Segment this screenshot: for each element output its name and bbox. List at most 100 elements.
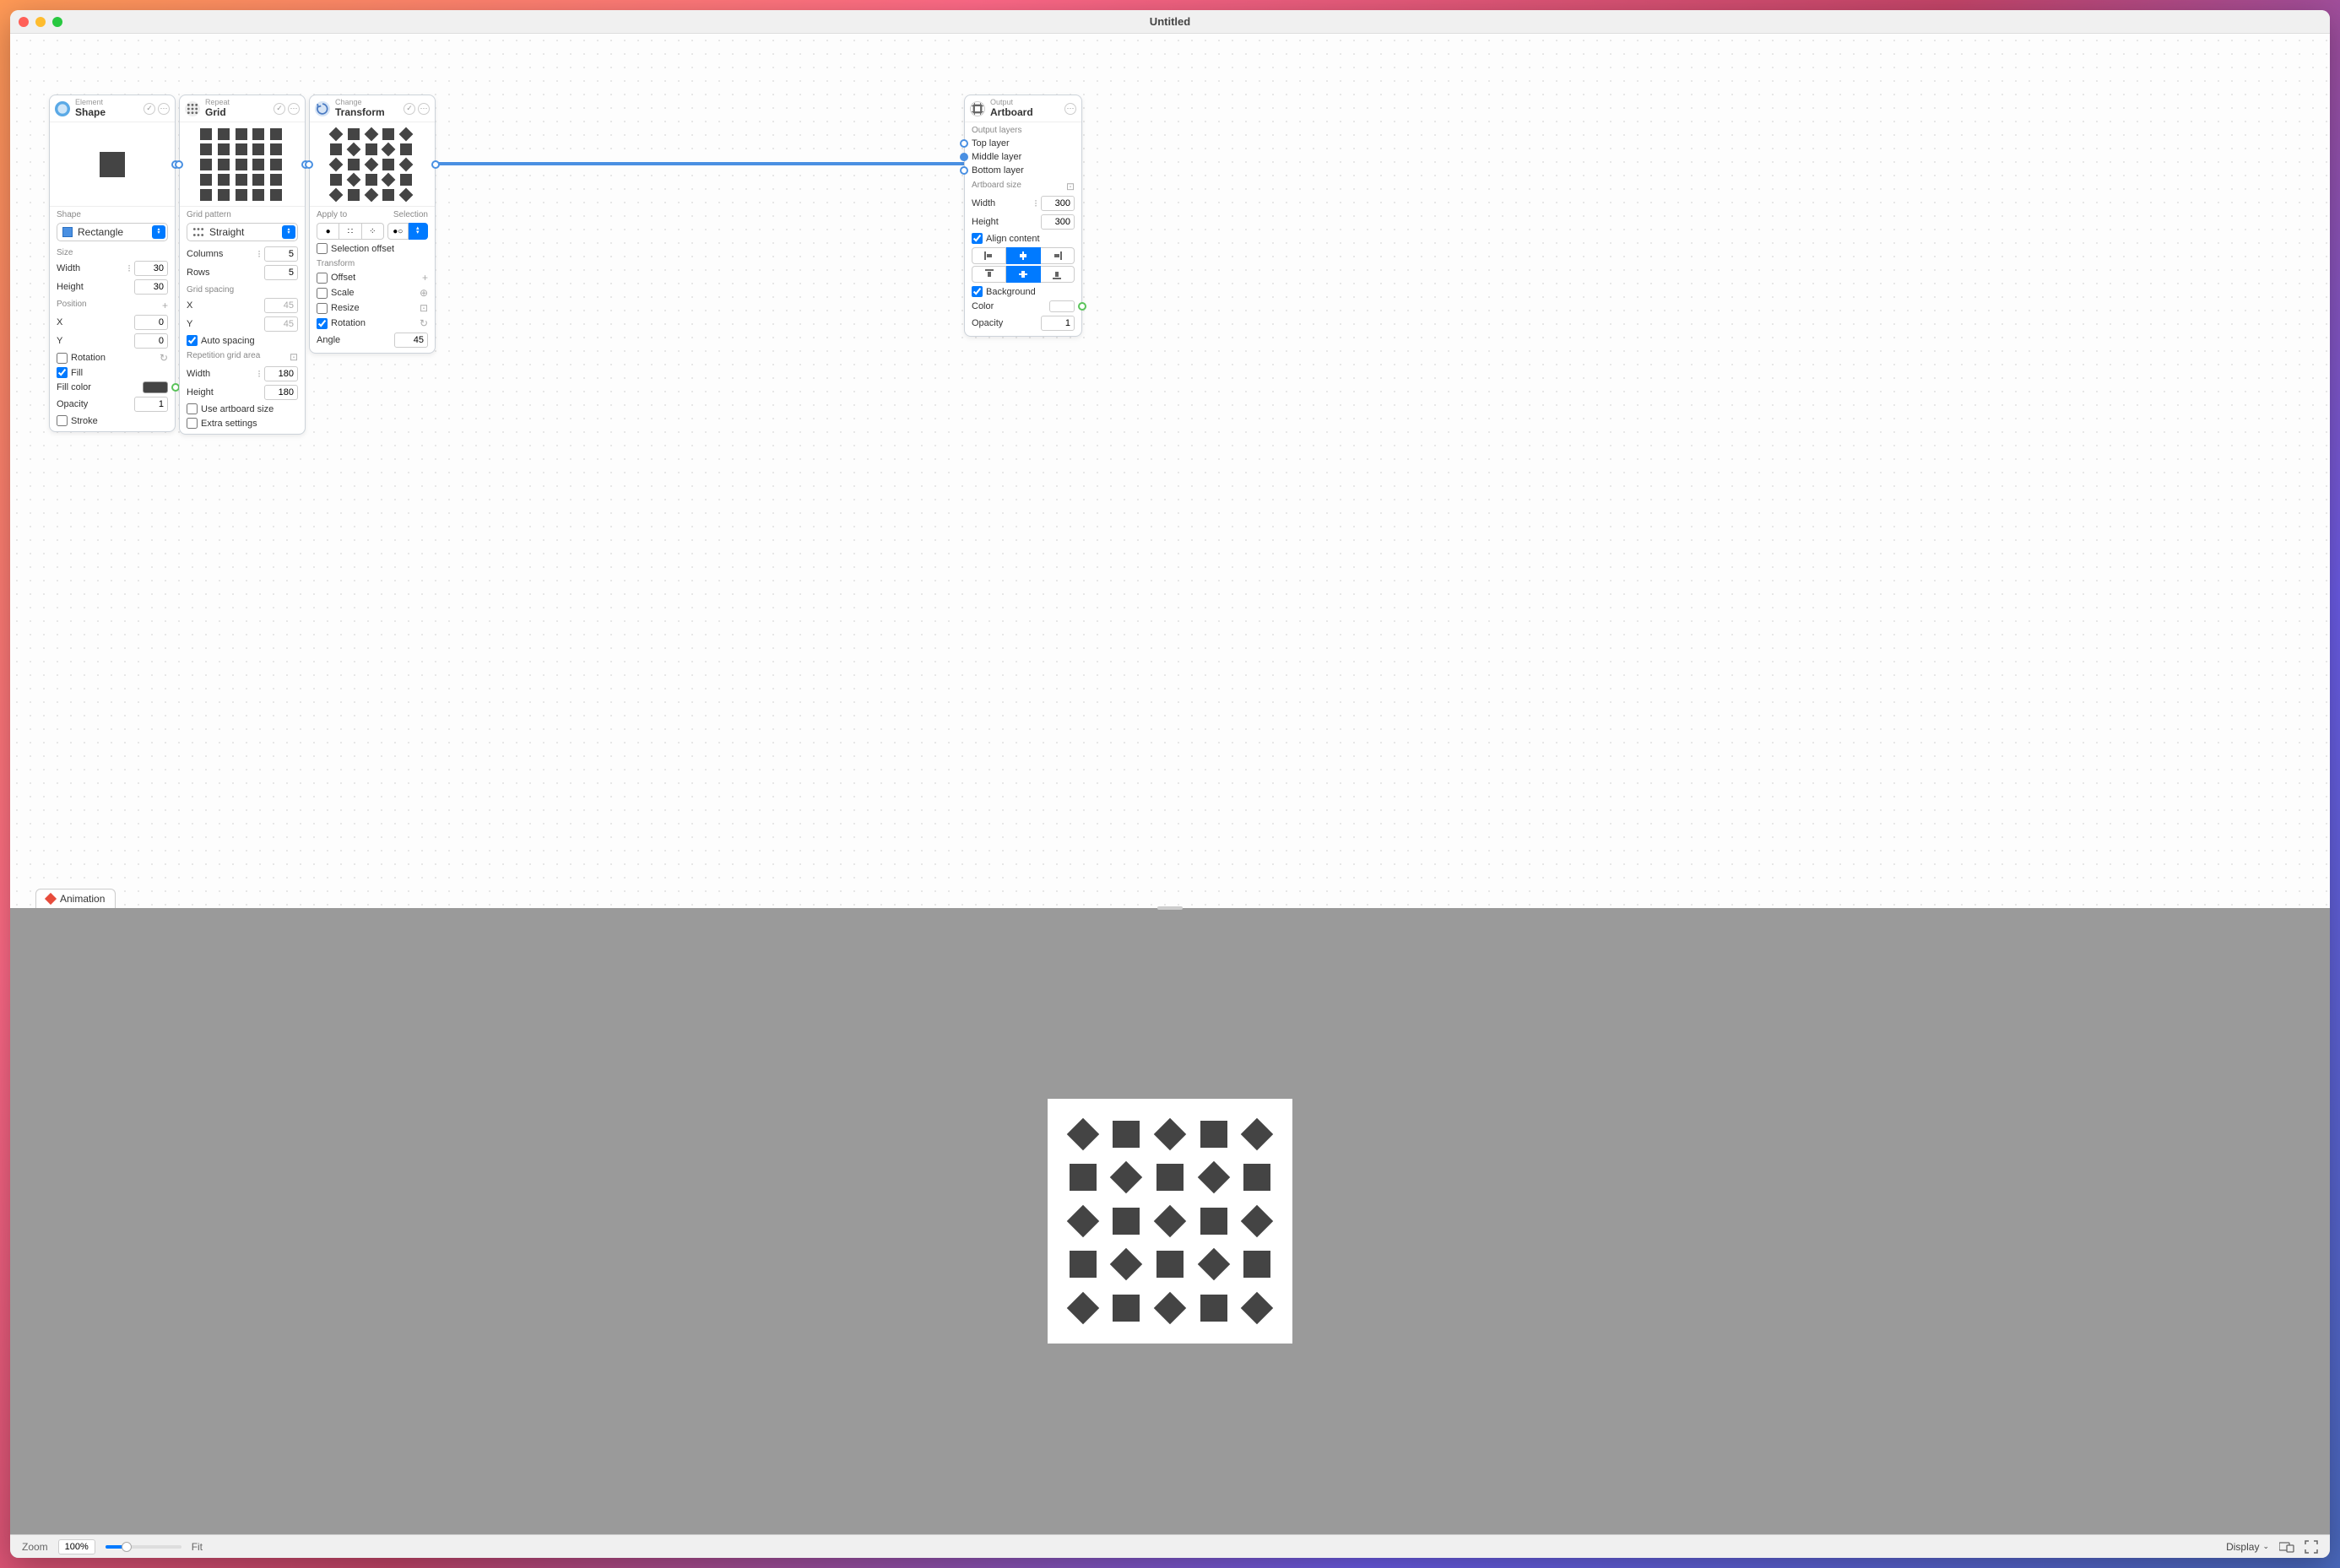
area-width-input[interactable] — [264, 366, 298, 381]
add-icon[interactable]: + — [422, 272, 428, 284]
preview-square — [100, 152, 125, 177]
align-left-button[interactable] — [972, 247, 1006, 264]
top-layer-link[interactable]: Top layer — [972, 138, 1075, 149]
bottom-layer-port[interactable] — [960, 166, 968, 175]
rotate-icon[interactable]: ↻ — [420, 317, 428, 329]
opacity-input[interactable] — [134, 397, 168, 412]
offset-checkbox[interactable] — [317, 273, 328, 284]
animation-tab[interactable]: Animation — [35, 889, 116, 908]
width-label: Width — [57, 263, 124, 273]
align-top-button[interactable] — [972, 266, 1006, 283]
output-panel: Zoom Fit Display ⌄ — [10, 908, 2330, 1558]
align-content-checkbox[interactable] — [972, 233, 983, 244]
scale-checkbox[interactable] — [317, 288, 328, 299]
stroke-checkbox[interactable] — [57, 415, 68, 426]
bottom-layer-link[interactable]: Bottom layer — [972, 165, 1075, 176]
offset-label: Offset — [331, 273, 419, 283]
apply-icon[interactable]: ✓ — [404, 103, 415, 115]
x-input[interactable] — [134, 315, 168, 330]
link-icon[interactable]: ⁝ — [257, 248, 261, 260]
resize-grip[interactable] — [1157, 906, 1183, 910]
output-canvas[interactable] — [10, 908, 2330, 1534]
link-icon[interactable]: ⁝ — [127, 262, 131, 274]
top-layer-port[interactable] — [960, 139, 968, 148]
fill-color-swatch[interactable] — [143, 381, 168, 393]
node-artboard[interactable]: Output Artboard ⋯ Output layers Top laye… — [964, 95, 1082, 337]
node-grid[interactable]: Repeat Grid ✓ ⋯ Grid patt — [179, 95, 306, 435]
apply-single-button[interactable]: ● — [317, 223, 339, 240]
grid-node-icon — [185, 101, 200, 116]
columns-input[interactable] — [264, 246, 298, 262]
pattern-select[interactable]: Straight ▴▾ — [187, 223, 298, 241]
screens-icon[interactable] — [2279, 1541, 2294, 1553]
output-port[interactable] — [431, 160, 440, 169]
middle-layer-link[interactable]: Middle layer — [972, 152, 1075, 162]
align-bottom-button[interactable] — [1041, 266, 1075, 283]
align-middle-button[interactable] — [1006, 266, 1040, 283]
apply-random-button[interactable]: ⁘ — [362, 223, 384, 240]
more-icon[interactable]: ⋯ — [288, 103, 300, 115]
input-port[interactable] — [305, 160, 313, 169]
chevron-down-icon: ⌄ — [2262, 1542, 2269, 1551]
rectangle-icon — [62, 227, 73, 237]
artboard-node-icon — [970, 101, 985, 116]
link-icon[interactable]: ⁝ — [1034, 197, 1037, 209]
selection-mode-button[interactable]: ●○ — [387, 223, 409, 240]
link-icon[interactable]: ⁝ — [257, 368, 261, 380]
area-height-input[interactable] — [264, 385, 298, 400]
y-input[interactable] — [134, 333, 168, 349]
display-dropdown[interactable]: Display ⌄ — [2226, 1541, 2269, 1553]
close-window-button[interactable] — [19, 17, 29, 27]
rotation-checkbox[interactable] — [57, 353, 68, 364]
align-center-button[interactable] — [1006, 247, 1040, 264]
extra-settings-checkbox[interactable] — [187, 418, 198, 429]
window-controls — [19, 17, 62, 27]
width-input[interactable] — [134, 261, 168, 276]
middle-layer-port[interactable] — [960, 153, 968, 161]
auto-spacing-checkbox[interactable] — [187, 335, 198, 346]
maximize-window-button[interactable] — [52, 17, 62, 27]
use-artboard-checkbox[interactable] — [187, 403, 198, 414]
fullscreen-icon[interactable] — [2305, 1540, 2318, 1554]
transform-rotation-checkbox[interactable] — [317, 318, 328, 329]
resize-checkbox[interactable] — [317, 303, 328, 314]
artboard-height-input[interactable] — [1041, 214, 1075, 230]
bg-color-swatch[interactable] — [1049, 300, 1075, 312]
fit-button[interactable]: Fit — [192, 1541, 203, 1553]
node-shape[interactable]: Element Shape ✓ ⋯ Shape Rectangle ▴▾ Siz… — [49, 95, 176, 432]
more-icon[interactable]: ⋯ — [158, 103, 170, 115]
zoom-input[interactable] — [58, 1539, 95, 1554]
angle-input[interactable] — [394, 333, 428, 348]
height-input[interactable] — [134, 279, 168, 295]
fill-checkbox[interactable] — [57, 367, 68, 378]
shape-select[interactable]: Rectangle ▴▾ — [57, 223, 168, 241]
input-port[interactable] — [175, 160, 183, 169]
expand-icon[interactable]: ⊡ — [420, 302, 428, 314]
target-icon[interactable]: ⊕ — [420, 287, 428, 299]
selection-chev-button[interactable]: ▴▾ — [409, 223, 429, 240]
preview-grid — [200, 128, 284, 201]
apply-icon[interactable]: ✓ — [274, 103, 285, 115]
scale-label: Scale — [331, 288, 416, 298]
zoom-slider[interactable] — [106, 1545, 181, 1549]
expand-icon[interactable]: ⊡ — [290, 351, 298, 363]
bg-opacity-input[interactable] — [1041, 316, 1075, 331]
apply-group-button[interactable]: ∷ — [339, 223, 361, 240]
expand-icon[interactable]: ⊡ — [1066, 181, 1075, 192]
use-artboard-label: Use artboard size — [201, 404, 298, 414]
add-icon[interactable]: + — [162, 300, 168, 311]
node-transform[interactable]: Change Transform ✓ ⋯ — [309, 95, 436, 354]
bg-color-port[interactable] — [1078, 302, 1086, 311]
artboard-width-input[interactable] — [1041, 196, 1075, 211]
apply-icon[interactable]: ✓ — [144, 103, 155, 115]
background-checkbox[interactable] — [972, 286, 983, 297]
more-icon[interactable]: ⋯ — [418, 103, 430, 115]
minimize-window-button[interactable] — [35, 17, 46, 27]
node-canvas[interactable]: Element Shape ✓ ⋯ Shape Rectangle ▴▾ Siz… — [10, 34, 2330, 908]
align-right-button[interactable] — [1041, 247, 1075, 264]
rows-input[interactable] — [264, 265, 298, 280]
selection-offset-checkbox[interactable] — [317, 243, 328, 254]
expand-icon[interactable]: ↻ — [160, 352, 168, 364]
more-icon[interactable]: ⋯ — [1064, 103, 1076, 115]
slider-thumb[interactable] — [122, 1542, 132, 1552]
